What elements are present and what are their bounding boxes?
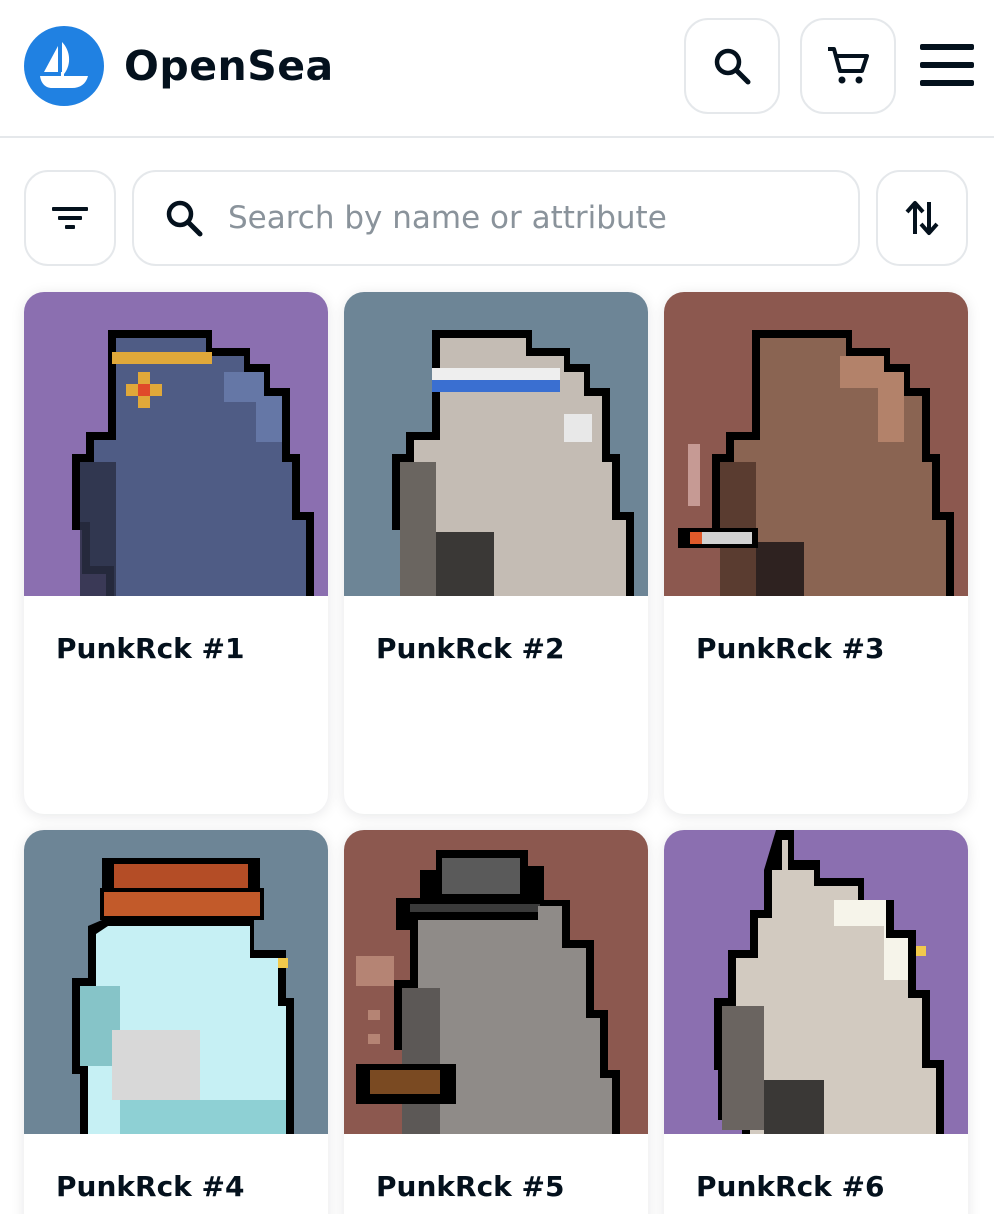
header-search-button[interactable]: [684, 18, 780, 114]
opensea-logo[interactable]: [24, 26, 104, 106]
nft-image-6: [664, 830, 968, 1134]
nft-image-5: [344, 830, 648, 1134]
top-header: OpenSea: [0, 0, 994, 138]
nft-image-3: [664, 292, 968, 596]
nft-name: PunkRck #6: [696, 1170, 885, 1203]
nft-card-1[interactable]: PunkRck #1: [24, 292, 328, 814]
nft-card-5[interactable]: PunkRck #5: [344, 830, 648, 1214]
search-field[interactable]: [132, 170, 860, 266]
nft-image-4: [24, 830, 328, 1134]
cart-button[interactable]: [800, 18, 896, 114]
hamburger-menu-icon[interactable]: [920, 44, 974, 86]
nft-card-4[interactable]: PunkRck #4: [24, 830, 328, 1214]
filter-button[interactable]: [24, 170, 116, 266]
nft-card-6[interactable]: PunkRck #6: [664, 830, 968, 1214]
nft-name: PunkRck #5: [376, 1170, 565, 1203]
nft-name: PunkRck #2: [376, 632, 565, 665]
nft-image-2: [344, 292, 648, 596]
nft-card-3[interactable]: PunkRck #3: [664, 292, 968, 814]
nft-name: PunkRck #1: [56, 632, 245, 665]
sort-arrows-icon: [905, 201, 939, 235]
nft-card-2[interactable]: PunkRck #2: [344, 292, 648, 814]
sort-button[interactable]: [876, 170, 968, 266]
brand-name[interactable]: OpenSea: [124, 40, 334, 92]
cart-icon: [828, 47, 869, 84]
search-input[interactable]: [228, 188, 828, 248]
nft-name: PunkRck #3: [696, 632, 885, 665]
search-icon: [714, 48, 751, 85]
nft-image-1: [24, 292, 328, 596]
filter-icon: [52, 207, 88, 229]
nft-name: PunkRck #4: [56, 1170, 245, 1203]
opensea-ship-icon: [40, 42, 88, 88]
search-icon: [162, 196, 206, 240]
